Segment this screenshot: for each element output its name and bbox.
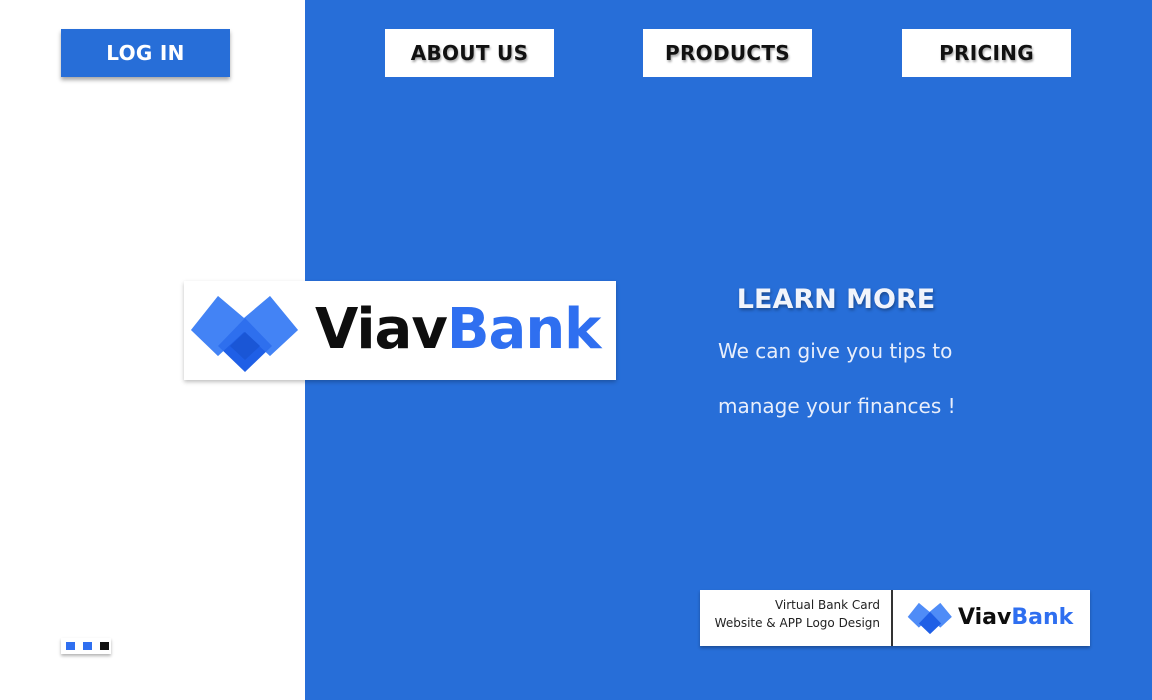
logo-wordmark: ViavBank — [315, 295, 602, 365]
mini-logo-text-dark: Viav — [958, 605, 1012, 630]
viavbank-logo: ViavBank — [184, 281, 616, 380]
mini-logo-wordmark: ViavBank — [958, 603, 1073, 633]
mini-card-line-2: Website & APP Logo Design — [714, 616, 880, 630]
products-button[interactable]: PRODUCTS — [643, 29, 812, 77]
mini-card-caption: Virtual Bank Card Website & APP Logo Des… — [700, 590, 891, 646]
hero-text-line-2: manage your finances ! — [718, 394, 956, 418]
double-diamond-icon — [907, 602, 952, 635]
logo-design-card: Virtual Bank Card Website & APP Logo Des… — [700, 590, 1090, 646]
mini-card-divider — [891, 590, 893, 646]
about-us-button[interactable]: ABOUT US — [385, 29, 554, 77]
hero-text-line-1: We can give you tips to — [718, 339, 953, 363]
mini-card-line-1: Virtual Bank Card — [774, 598, 880, 612]
pager-dot-active[interactable] — [100, 642, 109, 650]
mini-logo-text-blue: Bank — [1011, 605, 1074, 630]
pager-dot[interactable] — [66, 642, 75, 650]
double-diamond-icon — [191, 296, 298, 372]
learn-more-heading[interactable]: LEARN MORE — [736, 284, 936, 315]
logo-text-blue: Bank — [446, 297, 602, 362]
pager-dot[interactable] — [83, 642, 92, 650]
logo-text-dark: Viav — [315, 297, 448, 362]
login-button[interactable]: LOG IN — [61, 29, 230, 77]
pricing-button[interactable]: PRICING — [902, 29, 1071, 77]
slide-pager — [61, 638, 111, 654]
